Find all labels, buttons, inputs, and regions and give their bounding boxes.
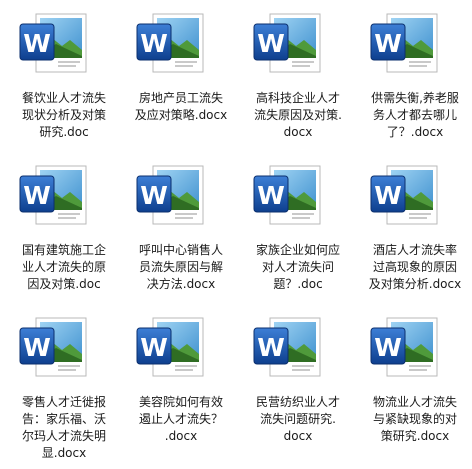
file-name-line: 物流业人才流失 [372, 395, 457, 409]
svg-text:W: W [257, 181, 285, 210]
svg-text:W: W [140, 333, 168, 362]
file-name-line: 了？.docx [386, 125, 444, 139]
file-name-label: 零售人才迁徙报 告：家乐福、沃 尔玛人才流失明 显.docx [6, 394, 122, 462]
file-name-line: 题？.doc [273, 277, 323, 291]
file-name-line: 民营纺织业人才 [255, 395, 340, 409]
file-item[interactable]: W 国有建筑施工企 业人才流失的原 因及对策.doc [6, 156, 122, 306]
file-name-line: 尔玛人才流失明 [21, 429, 106, 443]
file-item[interactable]: W 供需失衡,养老服 务人才都去哪儿 了？.docx [357, 4, 472, 154]
word-document-icon: W [369, 162, 439, 228]
file-name-label: 酒店人才流失率 过高现象的原因 及对策分析.docx [357, 242, 472, 293]
file-name-label: 餐饮业人才流失 现状分析及对策 研究.doc [6, 90, 122, 141]
file-name-line: 流失问题研究. [260, 412, 336, 426]
file-name-line: 零售人才迁徙报 [21, 395, 106, 409]
file-name-line: 对人才流失问 [261, 260, 334, 274]
file-name-line: 呼叫中心销售人 [138, 243, 223, 257]
file-name-label: 民营纺织业人才 流失问题研究. docx [240, 394, 356, 445]
word-document-icon: W [18, 314, 88, 380]
file-item[interactable]: W 民营纺织业人才 流失问题研究. docx [240, 308, 356, 458]
file-name-line: 及对策分析.docx [368, 277, 462, 291]
file-item[interactable]: W 呼叫中心销售人 员流失原因与解 决方法.docx [123, 156, 239, 306]
svg-text:W: W [23, 333, 51, 362]
file-name-line: 国有建筑施工企 [21, 243, 106, 257]
file-name-line: 美容院如何有效 [138, 395, 223, 409]
word-document-icon: W [135, 162, 205, 228]
file-name-line: 研究.doc [39, 125, 89, 139]
file-grid: W 餐饮业人才流失 现状分析及对策 研究.doc W 房地产员工流失 及应对策略.do… [0, 0, 472, 469]
file-name-label: 美容院如何有效 遏止人才流失？ .docx [123, 394, 239, 445]
svg-text:W: W [374, 181, 402, 210]
file-item[interactable]: W 家族企业如何应 对人才流失问 题？.doc [240, 156, 356, 306]
file-name-line: docx [283, 429, 313, 443]
file-name-line: 流失原因及对策. [254, 108, 342, 122]
file-item[interactable]: W 酒店人才流失率 过高现象的原因 及对策分析.docx [357, 156, 472, 306]
file-name-line: 因及对策.doc [27, 277, 101, 291]
file-name-line: 务人才都去哪儿 [372, 108, 457, 122]
word-document-icon: W [135, 314, 205, 380]
file-name-line: 房地产员工流失 [138, 91, 223, 105]
word-document-icon: W [135, 10, 205, 76]
file-item[interactable]: W 美容院如何有效 遏止人才流失？ .docx [123, 308, 239, 458]
svg-text:W: W [374, 333, 402, 362]
file-name-line: 供需失衡,养老服 [371, 91, 459, 105]
svg-text:W: W [257, 333, 285, 362]
word-document-icon: W [369, 10, 439, 76]
file-name-line: 遏止人才流失？ [138, 412, 223, 426]
file-name-label: 高科技企业人才 流失原因及对策. docx [240, 90, 356, 141]
svg-text:W: W [23, 29, 51, 58]
word-document-icon: W [252, 162, 322, 228]
file-name-line: 告：家乐福、沃 [21, 412, 106, 426]
file-name-label: 家族企业如何应 对人才流失问 题？.doc [240, 242, 356, 293]
word-document-icon: W [369, 314, 439, 380]
file-name-line: 与紧缺现象的对 [372, 412, 457, 426]
file-name-line: 业人才流失的原 [21, 260, 106, 274]
svg-text:W: W [140, 29, 168, 58]
svg-text:W: W [374, 29, 402, 58]
file-item[interactable]: W 房地产员工流失 及应对策略.docx [123, 4, 239, 154]
file-item[interactable]: W 餐饮业人才流失 现状分析及对策 研究.doc [6, 4, 122, 154]
file-name-label: 国有建筑施工企 业人才流失的原 因及对策.doc [6, 242, 122, 293]
file-name-line: 员流失原因与解 [138, 260, 223, 274]
file-name-line: 高科技企业人才 [255, 91, 340, 105]
word-document-icon: W [18, 162, 88, 228]
file-name-line: 现状分析及对策 [21, 108, 106, 122]
file-name-line: 酒店人才流失率 [372, 243, 457, 257]
file-name-label: 物流业人才流失 与紧缺现象的对 策研究.docx [357, 394, 472, 445]
svg-text:W: W [23, 181, 51, 210]
word-document-icon: W [18, 10, 88, 76]
file-item[interactable]: W 物流业人才流失 与紧缺现象的对 策研究.docx [357, 308, 472, 458]
file-item[interactable]: W 高科技企业人才 流失原因及对策. docx [240, 4, 356, 154]
file-name-line: 家族企业如何应 [255, 243, 340, 257]
file-name-line: 及应对策略.docx [134, 108, 228, 122]
svg-text:W: W [140, 181, 168, 210]
word-document-icon: W [252, 314, 322, 380]
file-name-line: .docx [164, 429, 198, 443]
file-name-line: 决方法.docx [146, 277, 216, 291]
file-name-label: 房地产员工流失 及应对策略.docx [123, 90, 239, 124]
file-name-label: 呼叫中心销售人 员流失原因与解 决方法.docx [123, 242, 239, 293]
file-name-line: 餐饮业人才流失 [21, 91, 106, 105]
file-name-line: 过高现象的原因 [372, 260, 457, 274]
word-document-icon: W [252, 10, 322, 76]
file-name-line: 显.docx [41, 446, 87, 460]
file-name-line: docx [283, 125, 313, 139]
file-item[interactable]: W 零售人才迁徙报 告：家乐福、沃 尔玛人才流失明 显.docx [6, 308, 122, 460]
file-name-line: 策研究.docx [380, 429, 450, 443]
file-name-label: 供需失衡,养老服 务人才都去哪儿 了？.docx [357, 90, 472, 141]
svg-text:W: W [257, 29, 285, 58]
